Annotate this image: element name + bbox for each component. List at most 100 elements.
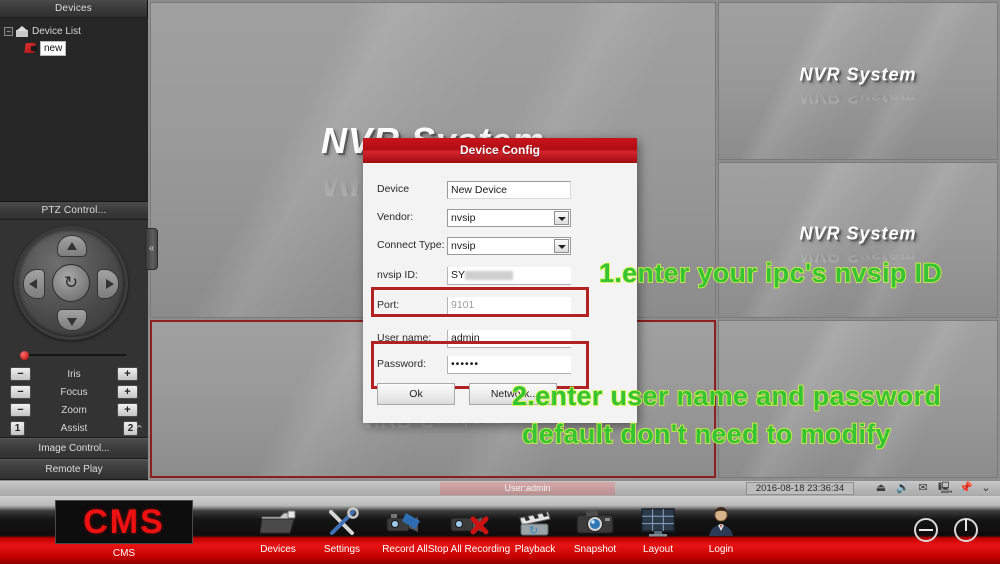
ptz-dpad[interactable]: ↻ xyxy=(14,226,128,340)
ptz-left-button[interactable] xyxy=(23,269,45,299)
video-pane-2[interactable]: NVR System NVR System xyxy=(718,2,998,160)
device-control: New Device xyxy=(447,180,623,199)
status-bar: User:admin 2016-08-18 23:36:34 ⏏ 🔊 ✉ 🖳 📌… xyxy=(0,480,1000,496)
cms-logo-label: CMS xyxy=(112,548,136,559)
power-icon[interactable] xyxy=(954,518,978,542)
zoom-minus-button[interactable]: − xyxy=(10,403,31,417)
focus-plus-button[interactable]: + xyxy=(117,385,138,399)
password-control: •••••• xyxy=(447,354,623,374)
device-tree[interactable]: − Device List new xyxy=(0,18,148,202)
monitor-icon[interactable]: 🖳 xyxy=(938,482,953,494)
minimize-icon[interactable] xyxy=(914,518,938,542)
taskbar-item-snapshot[interactable]: Snapshot xyxy=(560,500,630,560)
port-input[interactable]: 9101 xyxy=(447,297,571,315)
connect-type-label: Connect Type: xyxy=(377,239,445,251)
ptz-speed-knob[interactable] xyxy=(20,351,29,360)
nvsip-id-input[interactable]: SY xyxy=(447,267,571,285)
tools-icon xyxy=(307,500,377,544)
zoom-label: Zoom xyxy=(61,404,87,416)
annotation-step-2: 2.enter user name and password xyxy=(511,380,942,412)
taskbar: CMS CMS Devices Settings Record All Stop… xyxy=(0,496,1000,564)
nvsip-id-control: SY xyxy=(447,265,623,285)
devices-panel-header: Devices xyxy=(0,0,147,18)
ptz-down-button[interactable] xyxy=(57,309,87,331)
ptz-row-iris: − Iris + xyxy=(10,365,138,383)
devices-label: Devices xyxy=(260,544,296,555)
arrow-up-icon xyxy=(67,242,77,250)
iris-minus-button[interactable]: − xyxy=(10,367,31,381)
dialog-title: Device Config xyxy=(363,138,637,163)
assist-label: Assist xyxy=(60,422,88,434)
iris-plus-button[interactable]: + xyxy=(117,367,138,381)
chevron-down-icon[interactable] xyxy=(554,238,569,253)
video-watermark-reflection: NVR System xyxy=(799,86,917,107)
arrow-right-icon xyxy=(106,279,114,289)
volume-icon[interactable]: 🔊 xyxy=(896,482,910,494)
ptz-auto-scan-button[interactable]: ↻ xyxy=(52,264,90,302)
taskbar-item-login[interactable]: Login xyxy=(686,500,756,560)
field-row-connect-type: Connect Type: nvsip xyxy=(377,231,623,259)
annotation-step-1: 1.enter your ipc's nvsip ID xyxy=(598,257,943,289)
device-list-label: Device List xyxy=(32,26,81,37)
video-watermark: NVR System NVR System xyxy=(799,223,917,266)
taskbar-item-layout[interactable]: Layout xyxy=(623,500,693,560)
device-node-label[interactable]: new xyxy=(40,41,67,56)
nvsip-id-redaction xyxy=(465,271,513,280)
ptz-row-zoom: − Zoom + xyxy=(10,401,138,419)
pin-icon[interactable]: 📌 xyxy=(959,482,973,494)
password-label: Password: xyxy=(377,358,427,370)
ptz-control-header[interactable]: PTZ Control... xyxy=(0,202,148,220)
taskbar-item-settings[interactable]: Settings xyxy=(307,500,377,560)
status-user-label: User:admin xyxy=(440,482,615,495)
svg-text:↻: ↻ xyxy=(529,525,538,537)
tree-child-row[interactable]: new xyxy=(24,41,144,56)
password-input[interactable]: •••••• xyxy=(447,356,571,374)
ok-button[interactable]: Ok xyxy=(377,383,455,405)
user-name-input[interactable]: admin xyxy=(447,330,571,348)
connect-type-select-value: nvsip xyxy=(451,239,476,252)
user-icon xyxy=(686,500,756,544)
assist-one-button[interactable]: 1 xyxy=(10,420,25,436)
ptz-collapse-icon[interactable]: ⌃ xyxy=(135,425,144,436)
nvsip-id-label: nvsip ID: xyxy=(377,269,418,281)
device-label: Device xyxy=(377,183,410,195)
connect-type-select[interactable]: nvsip xyxy=(447,236,571,255)
ptz-right-button[interactable] xyxy=(97,269,119,299)
video-pane-3[interactable]: NVR System NVR System xyxy=(718,162,998,318)
eject-icon[interactable]: ⏏ xyxy=(875,482,887,494)
zoom-plus-button[interactable]: + xyxy=(117,403,138,417)
nvsip-id-value: SY xyxy=(451,269,466,281)
image-control-button[interactable]: Image Control... xyxy=(0,438,148,459)
taskbar-item-devices[interactable]: Devices xyxy=(243,500,313,560)
tree-root-row[interactable]: − Device List xyxy=(4,24,144,39)
ptz-up-button[interactable] xyxy=(57,235,87,257)
remote-play-button[interactable]: Remote Play xyxy=(0,459,148,480)
ptz-speed-slider[interactable] xyxy=(20,350,126,360)
vendor-control: nvsip xyxy=(447,208,623,227)
sidebar-collapse-handle[interactable]: « xyxy=(145,228,158,270)
field-row-vendor: Vendor: nvsip xyxy=(377,203,623,231)
focus-minus-button[interactable]: − xyxy=(10,385,31,399)
camera-folder-icon xyxy=(243,500,313,544)
cms-application-window: NVR System NVR System NVR System NVR Sys… xyxy=(0,0,1000,564)
camera-icon xyxy=(24,42,38,55)
mail-icon[interactable]: ✉ xyxy=(917,482,929,494)
vendor-select[interactable]: nvsip xyxy=(447,208,571,227)
ptz-speed-track xyxy=(24,354,126,356)
iris-label: Iris xyxy=(67,368,81,380)
port-control: 9101 xyxy=(447,295,623,315)
device-name-input[interactable]: New Device xyxy=(447,180,571,199)
grid-monitor-icon xyxy=(623,500,693,544)
layout-label: Layout xyxy=(642,544,674,555)
ptz-adjust-grid: − Iris + − Focus + − Zoom + 1 Assist 2 xyxy=(10,365,138,437)
field-row-user-name: User name: admin xyxy=(377,325,623,351)
user-name-control: admin xyxy=(447,328,623,348)
field-row-port: Port: 9101 xyxy=(377,291,623,319)
tree-expander-icon[interactable]: − xyxy=(4,27,13,36)
port-label: Port: xyxy=(377,299,400,311)
chevrons-down-icon[interactable]: ⌄ xyxy=(980,482,992,494)
cms-logo[interactable]: CMS xyxy=(55,500,193,544)
arrow-left-icon xyxy=(29,279,37,289)
dialog-body: Device New Device Vendor: nvsip Connect … xyxy=(363,163,637,389)
chevron-down-icon[interactable] xyxy=(554,210,569,225)
